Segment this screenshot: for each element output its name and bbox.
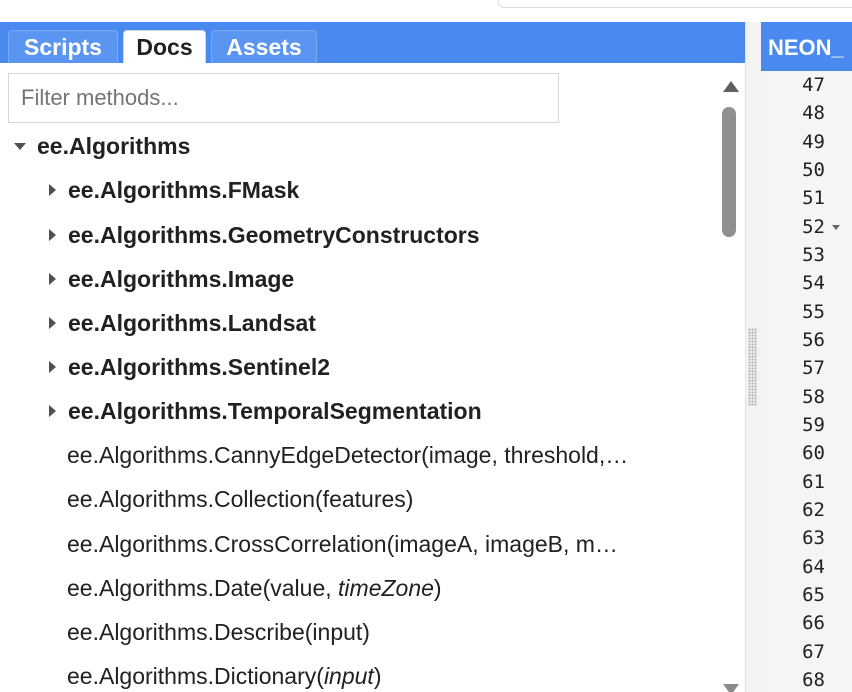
line-number: 47 xyxy=(802,74,825,96)
method-name: ee.Algorithms.CannyEdgeDetector xyxy=(67,442,422,468)
scrollbar-thumb[interactable] xyxy=(722,107,736,237)
line-number: 64 xyxy=(802,556,825,578)
filter-methods-input[interactable] xyxy=(8,73,559,123)
line-number: 61 xyxy=(802,471,825,493)
scroll-down-arrow-icon[interactable] xyxy=(723,684,739,692)
method-name: ee.Algorithms.Collection xyxy=(67,486,316,512)
method-item-collection[interactable]: ee.Algorithms.Collection(features) xyxy=(0,477,715,521)
line-number: 60 xyxy=(802,442,825,464)
method-signature: ee.Algorithms.Dictionary(input) xyxy=(67,654,381,692)
tree-group-label: ee.Algorithms.TemporalSegmentation xyxy=(68,398,482,424)
method-name: ee.Algorithms.Date xyxy=(67,575,263,601)
panel-tabbar: Scripts Docs Assets xyxy=(0,22,745,63)
line-number: 58 xyxy=(802,386,825,408)
method-name: ee.Algorithms.CrossCorrelation xyxy=(67,531,387,557)
line-number: 65 xyxy=(802,584,825,606)
tab-assets[interactable]: Assets xyxy=(211,30,317,63)
top-strip xyxy=(0,0,852,22)
tree-group-label: ee.Algorithms.Landsat xyxy=(68,310,316,336)
tree-group-fmask[interactable]: ee.Algorithms.FMask xyxy=(0,168,715,212)
method-signature: ee.Algorithms.CrossCorrelation(imageA, i… xyxy=(67,522,618,566)
method-args-close: ) xyxy=(373,663,382,689)
method-args: (image, threshold,… xyxy=(421,442,629,468)
tree-node-ee-algorithms[interactable]: ee.Algorithms xyxy=(0,124,715,168)
tab-scripts[interactable]: Scripts xyxy=(8,30,118,63)
triangle-down-icon[interactable] xyxy=(14,143,26,150)
method-signature: ee.Algorithms.Collection(features) xyxy=(67,477,413,521)
scroll-up-arrow-icon[interactable] xyxy=(723,81,739,92)
tree-group-label: ee.Algorithms.GeometryConstructors xyxy=(68,222,480,248)
docs-scrollbar[interactable] xyxy=(718,78,742,692)
method-item-describe[interactable]: ee.Algorithms.Describe(input) xyxy=(0,610,715,654)
triangle-right-icon[interactable] xyxy=(49,184,56,196)
method-args: (input) xyxy=(304,619,370,645)
panel-resize-divider[interactable] xyxy=(745,22,761,692)
line-number: 62 xyxy=(802,499,825,521)
line-number: 54 xyxy=(802,272,825,294)
line-number: 53 xyxy=(802,244,825,266)
triangle-right-icon[interactable] xyxy=(49,405,56,417)
tab-docs[interactable]: Docs xyxy=(123,30,206,63)
method-optional-arg: input xyxy=(323,663,374,689)
triangle-right-icon[interactable] xyxy=(49,273,56,285)
line-number: 56 xyxy=(802,329,825,351)
line-number: 63 xyxy=(802,527,825,549)
tree-group-label: ee.Algorithms.FMask xyxy=(68,177,300,203)
method-name: ee.Algorithms.Dictionary xyxy=(67,663,317,689)
line-number: 57 xyxy=(802,357,825,379)
triangle-right-icon[interactable] xyxy=(49,229,56,241)
method-item-crosscorrelation[interactable]: ee.Algorithms.CrossCorrelation(imageA, i… xyxy=(0,522,715,566)
method-signature: ee.Algorithms.Describe(input) xyxy=(67,610,370,654)
method-item-cannyedgedetector[interactable]: ee.Algorithms.CannyEdgeDetector(image, t… xyxy=(0,433,715,477)
line-number: 52 xyxy=(802,216,825,238)
line-number: 67 xyxy=(802,641,825,663)
method-args: ( xyxy=(316,663,324,689)
tree-group-image[interactable]: ee.Algorithms.Image xyxy=(0,257,715,301)
tree-node-label: ee.Algorithms xyxy=(37,133,191,159)
method-signature: ee.Algorithms.CannyEdgeDetector(image, t… xyxy=(67,433,628,477)
line-number: 50 xyxy=(802,159,825,181)
tree-group-sentinel2[interactable]: ee.Algorithms.Sentinel2 xyxy=(0,345,715,389)
editor-file-tab[interactable]: NEON_ xyxy=(761,22,852,71)
method-optional-arg: timeZone xyxy=(338,575,434,601)
line-number: 55 xyxy=(802,301,825,323)
method-item-date[interactable]: ee.Algorithms.Date(value, timeZone) xyxy=(0,566,715,610)
method-args: (value, xyxy=(262,575,339,601)
method-signature: ee.Algorithms.Date(value, timeZone) xyxy=(67,566,442,610)
triangle-right-icon[interactable] xyxy=(49,361,56,373)
tree-group-label: ee.Algorithms.Sentinel2 xyxy=(68,354,331,380)
line-number: 59 xyxy=(802,414,825,436)
line-number: 49 xyxy=(802,131,825,153)
line-number: 66 xyxy=(802,612,825,634)
tree-group-geometryconstructors[interactable]: ee.Algorithms.GeometryConstructors xyxy=(0,213,715,257)
method-args-close: ) xyxy=(433,575,442,601)
method-item-dictionary[interactable]: ee.Algorithms.Dictionary(input) xyxy=(0,654,715,692)
tree-group-temporalsegmentation[interactable]: ee.Algorithms.TemporalSegmentation xyxy=(0,389,715,433)
fold-chevron-icon[interactable] xyxy=(832,225,840,230)
tree-group-label: ee.Algorithms.Image xyxy=(68,266,295,292)
line-number: 48 xyxy=(802,102,825,124)
line-number: 51 xyxy=(802,187,825,209)
line-number: 68 xyxy=(802,669,825,691)
tree-group-landsat[interactable]: ee.Algorithms.Landsat xyxy=(0,301,715,345)
method-name: ee.Algorithms.Describe xyxy=(67,619,305,645)
method-args: (imageA, imageB, m… xyxy=(386,531,618,557)
method-args: (features) xyxy=(315,486,414,512)
triangle-right-icon[interactable] xyxy=(49,317,56,329)
docs-panel: Scripts Docs Assets ee.Algorithms ee.Alg… xyxy=(0,22,745,692)
code-editor: NEON_ 47 48 49 50 51 52 53 54 55 56 57 5… xyxy=(761,22,852,692)
resize-grip-icon[interactable] xyxy=(748,328,757,406)
search-box-edge[interactable] xyxy=(498,0,852,8)
